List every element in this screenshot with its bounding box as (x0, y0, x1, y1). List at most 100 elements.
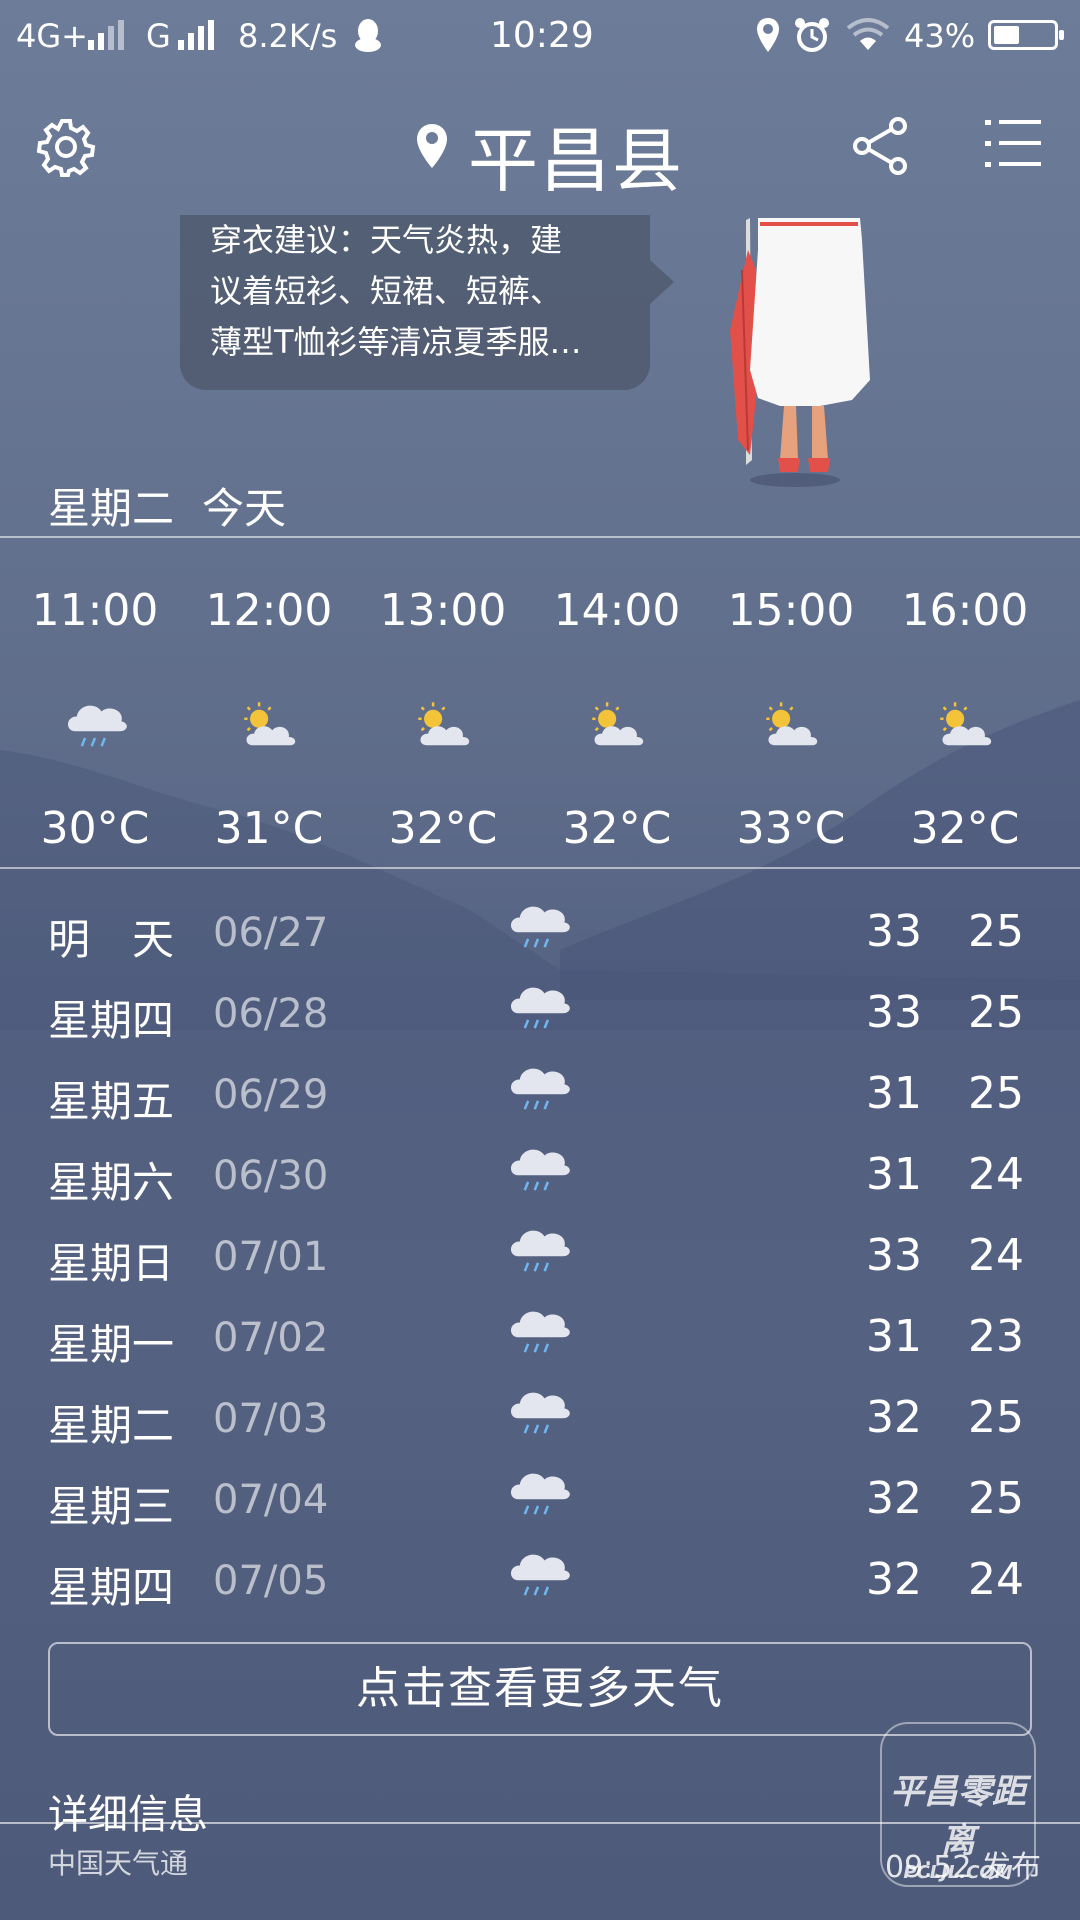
day-date: 07/03 (213, 1396, 329, 1442)
network-type-2: G (146, 17, 171, 55)
daily-row[interactable]: 星期四 06/28 33 25 (0, 977, 1080, 1058)
wifi-icon (846, 18, 890, 50)
day-low-temp: 24 (968, 1554, 1024, 1605)
day-high-temp: 32 (866, 1473, 922, 1524)
daily-row[interactable]: 明 天 06/27 33 25 (0, 896, 1080, 977)
network-type: 4G+ (16, 17, 88, 55)
daily-row[interactable]: 星期四 07/05 32 24 (0, 1544, 1080, 1625)
hourly-item[interactable]: 13:00 32°C (356, 585, 530, 854)
hour-time: 11:00 (31, 585, 159, 636)
source-label: 中国天气通 (48, 1847, 189, 1880)
signal-icon (88, 20, 124, 50)
hour-temp: 32°C (562, 803, 672, 854)
today-text: 今天 (202, 484, 287, 533)
day-high-temp: 31 (866, 1149, 922, 1200)
rain-cloud-icon (505, 1544, 571, 1607)
settings-gear-icon[interactable] (36, 117, 96, 177)
advice-line-1: 穿衣建议：天气炎热，建 (210, 221, 563, 259)
rain-cloud-icon (505, 1058, 571, 1121)
sun-cloud-icon (704, 665, 878, 785)
qq-icon (355, 19, 381, 52)
network-speed: 8.2K/s (238, 17, 338, 55)
day-high-temp: 31 (866, 1311, 922, 1362)
more-weather-button[interactable]: 点击查看更多天气 (48, 1642, 1032, 1736)
battery-percent: 43% (904, 17, 976, 55)
daily-row[interactable]: 星期三 07/04 32 25 (0, 1463, 1080, 1544)
hour-time: 15:00 (727, 585, 855, 636)
divider (0, 536, 1080, 538)
day-name: 星期六 (48, 1158, 175, 1207)
signal-icon-2 (178, 20, 214, 50)
day-low-temp: 25 (968, 1068, 1024, 1119)
daily-row[interactable]: 星期一 07/02 31 23 (0, 1301, 1080, 1382)
clothing-advice-bubble[interactable]: 穿衣建议：天气炎热，建 议着短衫、短裙、短裤、 薄型T恤衫等清凉夏季服… (180, 215, 674, 390)
day-low-temp: 25 (968, 1392, 1024, 1443)
hourly-item[interactable]: 12:00 31°C (182, 585, 356, 854)
location-status-icon (757, 18, 779, 52)
rain-cloud-icon (505, 896, 571, 959)
menu-list-icon[interactable] (985, 118, 1041, 168)
daily-row[interactable]: 星期日 07/01 33 24 (0, 1220, 1080, 1301)
details-title: 详细信息 (48, 1792, 208, 1838)
divider (0, 867, 1080, 869)
clock: 10:29 (490, 15, 594, 56)
today-label: 星期二 今天 (48, 475, 286, 536)
girl-with-umbrella-illustration (730, 218, 870, 487)
advice-line-2: 议着短衫、短裙、短裤、 (210, 272, 563, 310)
rain-cloud-icon (505, 1382, 571, 1445)
hour-temp: 33°C (736, 803, 846, 854)
watermark-url: PCLJL.COM (903, 1862, 1013, 1883)
day-high-temp: 33 (866, 1230, 922, 1281)
day-name: 星期五 (48, 1077, 175, 1126)
hour-temp: 31°C (214, 803, 324, 854)
day-low-temp: 25 (968, 1473, 1024, 1524)
day-date: 06/28 (213, 991, 329, 1037)
sun-cloud-icon (356, 665, 530, 785)
day-date: 07/05 (213, 1558, 329, 1604)
sun-cloud-icon (878, 665, 1052, 785)
watermark-logo: 平昌零距离 PCLJL.COM (880, 1722, 1036, 1887)
day-date: 07/01 (213, 1234, 329, 1280)
day-high-temp: 33 (866, 906, 922, 957)
day-name: 星期日 (48, 1239, 175, 1288)
rain-cloud-icon (505, 1301, 571, 1364)
watermark-text: 平昌零距离 (890, 1772, 1026, 1861)
daily-row[interactable]: 星期五 06/29 31 25 (0, 1058, 1080, 1139)
alarm-icon (795, 18, 829, 52)
city-title[interactable]: 平昌县 (468, 105, 684, 206)
location-pin-icon (417, 124, 447, 168)
rain-cloud-icon (505, 1220, 571, 1283)
day-high-temp: 32 (866, 1554, 922, 1605)
today-weekday: 星期二 (48, 484, 175, 533)
day-low-temp: 23 (968, 1311, 1024, 1362)
hour-temp: 30°C (40, 803, 150, 854)
day-name: 星期二 (48, 1401, 175, 1450)
share-icon[interactable] (852, 116, 910, 176)
hourly-item[interactable]: 15:00 33°C (704, 585, 878, 854)
day-date: 06/29 (213, 1072, 329, 1118)
day-date: 06/30 (213, 1153, 329, 1199)
rain-cloud-icon (505, 1463, 571, 1526)
day-high-temp: 31 (866, 1068, 922, 1119)
day-name: 明 天 (48, 915, 175, 964)
hour-time: 12:00 (205, 585, 333, 636)
day-low-temp: 24 (968, 1149, 1024, 1200)
hour-time: 13:00 (379, 585, 507, 636)
sun-cloud-icon (530, 665, 704, 785)
day-high-temp: 33 (866, 987, 922, 1038)
advice-line-3: 薄型T恤衫等清凉夏季服… (210, 323, 582, 361)
daily-row[interactable]: 星期六 06/30 31 24 (0, 1139, 1080, 1220)
day-name: 星期三 (48, 1482, 175, 1531)
day-name: 星期四 (48, 1563, 175, 1612)
hourly-item[interactable]: 14:00 32°C (530, 585, 704, 854)
day-low-temp: 24 (968, 1230, 1024, 1281)
daily-row[interactable]: 星期二 07/03 32 25 (0, 1382, 1080, 1463)
hour-temp: 32°C (910, 803, 1020, 854)
day-low-temp: 25 (968, 987, 1024, 1038)
sun-cloud-icon (182, 665, 356, 785)
day-date: 06/27 (213, 910, 329, 956)
hourly-item[interactable]: 11:00 30°C (8, 585, 182, 854)
day-name: 星期一 (48, 1320, 175, 1369)
hour-temp: 32°C (388, 803, 498, 854)
hourly-item[interactable]: 16:00 32°C (878, 585, 1052, 854)
